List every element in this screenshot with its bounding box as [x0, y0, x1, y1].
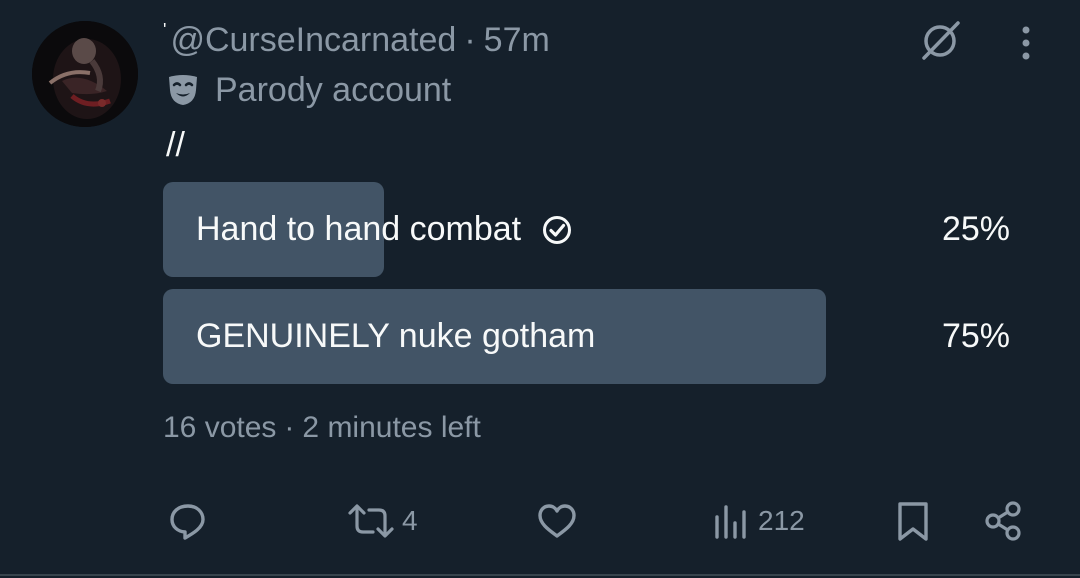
repost-arrows-icon — [348, 504, 394, 538]
bookmark-button[interactable] — [893, 497, 933, 545]
post-card: ' @CurseIncarnated · 57m Parody account … — [0, 0, 1080, 578]
repost-button[interactable]: 4 — [346, 497, 418, 545]
poll-option-label: GENUINELY nuke gotham — [196, 317, 596, 355]
poll-option-1[interactable]: Hand to hand combat 25% — [163, 182, 1023, 277]
poll-votes: 16 votes — [163, 411, 277, 444]
bookmark-icon — [898, 502, 928, 541]
poll-option-percent: 25% — [941, 210, 1010, 248]
speech-bubble-icon — [170, 504, 205, 540]
poll-option-label: Hand to hand combat — [196, 210, 522, 248]
handle[interactable]: @CurseIncarnated — [170, 21, 456, 60]
avatar-image — [32, 21, 138, 127]
poll-meta: 16 votes · 2 minutes left — [163, 406, 481, 450]
grok-icon[interactable] — [916, 16, 964, 64]
theater-mask-icon — [169, 75, 197, 105]
avatar[interactable] — [32, 21, 138, 127]
poll-time-left: 2 minutes left — [302, 411, 481, 444]
bottom-divider — [0, 574, 1080, 576]
share-nodes-icon — [985, 501, 1021, 541]
reply-button[interactable] — [166, 497, 210, 545]
repost-count: 4 — [402, 505, 418, 536]
more-options-icon[interactable] — [1010, 22, 1042, 64]
share-button[interactable] — [982, 497, 1026, 545]
parody-account-label: Parody account — [215, 70, 452, 109]
poll-option-percent: 75% — [941, 317, 1010, 355]
views-button[interactable]: 212 — [712, 497, 805, 545]
heart-icon — [538, 504, 576, 538]
timestamp[interactable]: 57m — [484, 21, 550, 60]
bar-chart-icon — [715, 505, 746, 539]
views-count: 212 — [758, 505, 805, 536]
post-header: ' @CurseIncarnated · 57m — [163, 18, 550, 62]
check-circle-icon — [543, 215, 572, 244]
post-text: // — [166, 126, 185, 164]
poll-option-2[interactable]: GENUINELY nuke gotham 75% — [163, 289, 1023, 384]
header-separator: · — [464, 20, 476, 59]
parody-label: Parody account — [165, 68, 451, 112]
poll-meta-separator: · — [284, 411, 295, 444]
display-name-fragment[interactable]: ' — [163, 20, 166, 41]
like-button[interactable] — [535, 497, 579, 545]
